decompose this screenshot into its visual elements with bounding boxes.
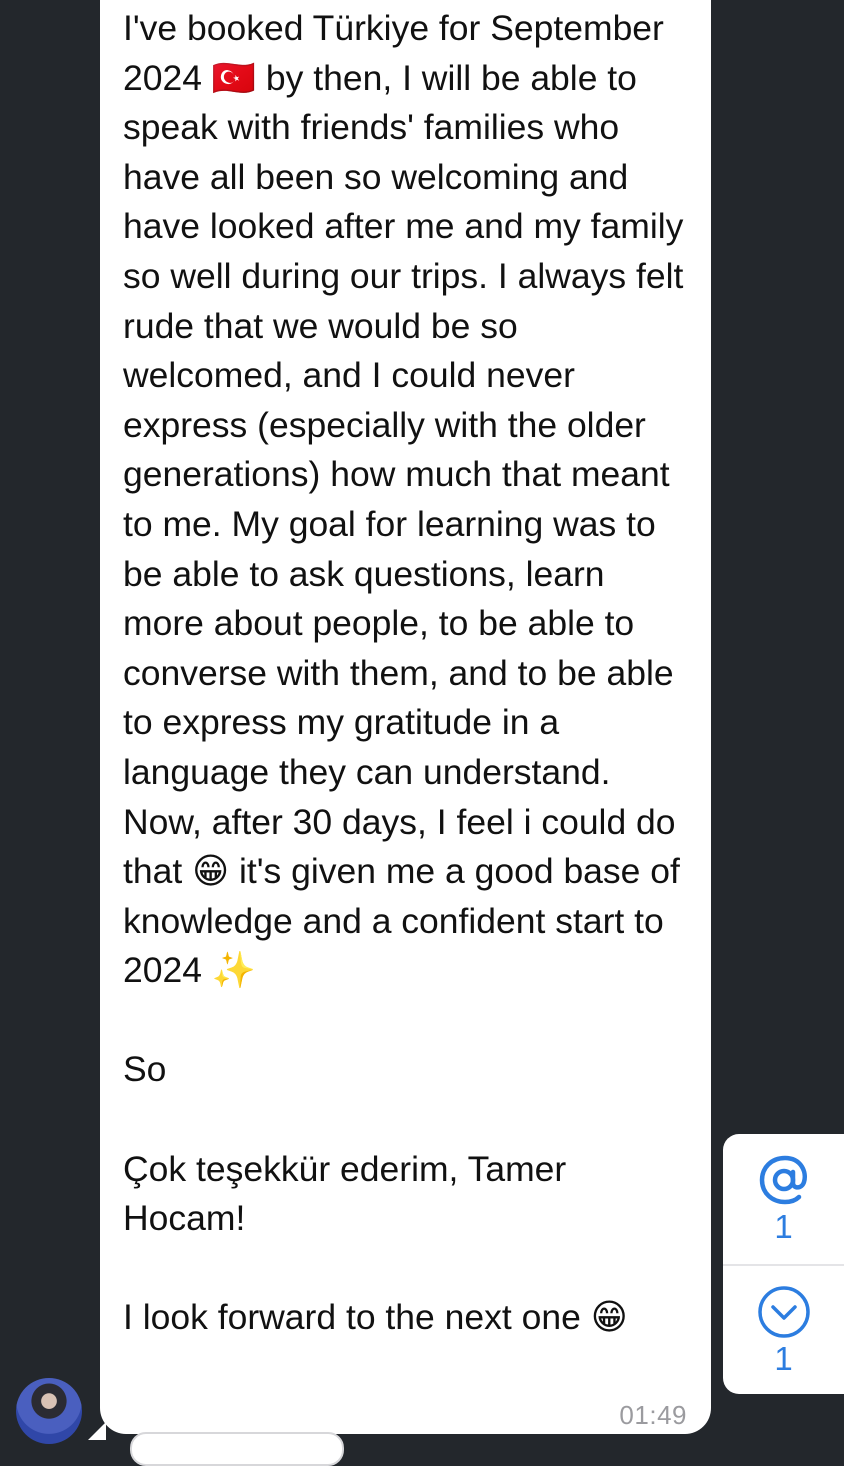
- bubble-tail: [88, 1422, 106, 1440]
- jump-to-mention-button[interactable]: 1: [723, 1134, 844, 1264]
- mention-count-badge: 1: [774, 1208, 793, 1245]
- message-timestamp: 01:49: [619, 1400, 687, 1430]
- chevron-down-icon: [758, 1286, 810, 1338]
- scroll-to-bottom-button[interactable]: 1: [723, 1264, 844, 1396]
- chat-navigation-panel: 1 1: [723, 1134, 844, 1394]
- reaction-chip[interactable]: [130, 1432, 344, 1466]
- message-text: I've booked Türkiye for September 2024 🇹…: [123, 8, 684, 1338]
- sender-avatar[interactable]: [16, 1378, 82, 1444]
- message-bubble[interactable]: I've booked Türkiye for September 2024 🇹…: [100, 0, 711, 1434]
- unread-count-badge: 1: [774, 1340, 793, 1377]
- at-icon: [759, 1155, 807, 1205]
